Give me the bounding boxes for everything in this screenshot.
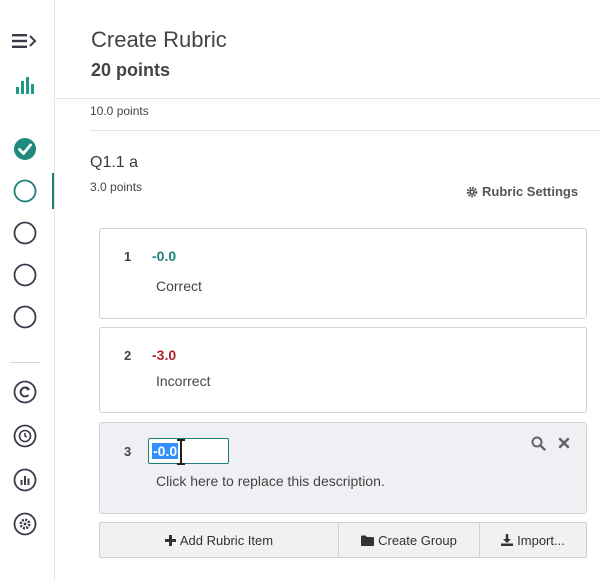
rubric-item-number: 2 bbox=[124, 348, 132, 363]
regrade-icon[interactable] bbox=[10, 377, 40, 407]
create-group-label: Create Group bbox=[378, 532, 457, 548]
clock-icon[interactable] bbox=[10, 421, 40, 451]
rubric-item[interactable]: 2 -3.0 Incorrect bbox=[99, 327, 587, 413]
download-icon bbox=[501, 534, 514, 546]
settings-icon[interactable] bbox=[10, 509, 40, 539]
selected-points-text: -0.0 bbox=[152, 443, 179, 459]
import-label: Import... bbox=[517, 532, 565, 548]
rubric-item-description[interactable]: Incorrect bbox=[156, 373, 210, 389]
add-rubric-item-label: Add Rubric Item bbox=[179, 532, 274, 548]
question-title: Q1.1 a bbox=[90, 154, 139, 171]
sidebar-divider bbox=[10, 362, 40, 363]
add-rubric-item-button[interactable]: Add Rubric Item bbox=[100, 523, 339, 557]
total-points: 20 points bbox=[91, 60, 171, 80]
step-incomplete-icon[interactable] bbox=[10, 302, 40, 332]
expand-menu-icon[interactable] bbox=[10, 26, 40, 56]
main-content: Create Rubric 20 points 10.0 points Q1.1… bbox=[55, 0, 601, 581]
chart-icon[interactable] bbox=[10, 465, 40, 495]
statistics-icon[interactable] bbox=[10, 71, 40, 101]
question-divider bbox=[90, 130, 601, 131]
sidebar bbox=[0, 0, 55, 581]
sidebar-active-indicator bbox=[52, 173, 54, 209]
rubric-item-actions bbox=[530, 435, 572, 451]
rubric-item-description[interactable]: Click here to replace this description. bbox=[156, 473, 385, 489]
step-incomplete-icon[interactable] bbox=[10, 218, 40, 248]
previous-question-points: 10.0 points bbox=[90, 104, 149, 118]
rubric-settings-label: Rubric Settings bbox=[482, 184, 579, 199]
rubric-item-number: 1 bbox=[124, 249, 132, 264]
page-title: Create Rubric bbox=[91, 27, 227, 52]
step-complete-icon[interactable] bbox=[10, 134, 40, 164]
search-icon[interactable] bbox=[530, 435, 546, 451]
question-points: 3.0 points bbox=[90, 180, 143, 194]
rubric-item-number: 3 bbox=[124, 444, 132, 459]
rubric-item-description[interactable]: Correct bbox=[156, 278, 202, 294]
rubric-toolbar: Add Rubric Item Create Group Import... bbox=[99, 522, 587, 558]
rubric-item-editing[interactable]: 3 -0.0 Click here to replace this descri… bbox=[99, 422, 587, 514]
rubric-item[interactable]: 1 -0.0 Correct bbox=[99, 228, 587, 319]
rubric-settings-button[interactable]: Rubric Settings bbox=[466, 184, 578, 199]
rubric-item-points[interactable]: -3.0 bbox=[152, 347, 176, 363]
folder-icon bbox=[361, 535, 375, 546]
step-incomplete-icon[interactable] bbox=[10, 260, 40, 290]
rubric-item-points[interactable]: -0.0 bbox=[152, 248, 176, 264]
step-current-icon[interactable] bbox=[10, 176, 40, 206]
rubric-item-points-input[interactable]: -0.0 bbox=[148, 438, 229, 464]
create-group-button[interactable]: Create Group bbox=[339, 523, 480, 557]
import-button[interactable]: Import... bbox=[480, 523, 586, 557]
close-icon[interactable] bbox=[556, 435, 572, 451]
text-cursor-icon bbox=[177, 439, 185, 465]
gear-icon bbox=[466, 186, 478, 197]
header-divider bbox=[55, 98, 601, 99]
plus-icon bbox=[164, 534, 176, 546]
